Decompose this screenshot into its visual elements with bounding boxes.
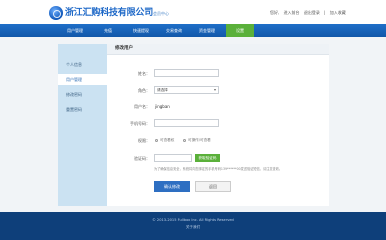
nav-item-quick-withdraw[interactable]: 快速提现 [127, 24, 155, 37]
sidebar-item-profile[interactable]: 个人信息 [58, 59, 107, 70]
permission-label: 权限： [138, 138, 150, 143]
nav-item-transactions[interactable]: 交易查询 [160, 24, 188, 37]
get-code-button[interactable]: 获取验证码 [195, 154, 220, 162]
code-input[interactable] [154, 154, 192, 162]
top-links: 您好, 进入前台 退出登录 | 加入收藏 [270, 10, 349, 16]
company-logo-icon[interactable] [49, 6, 63, 20]
sidebar-item-change-password[interactable]: 修改密码 [58, 89, 107, 100]
chevron-down-icon [214, 89, 216, 91]
company-subtitle: 会员中心 [153, 11, 169, 16]
sidebar-item-user-manage[interactable]: 用户管理 [58, 74, 107, 85]
phone-label: 手机号码： [130, 121, 150, 126]
confirm-button[interactable]: 确认修改 [154, 181, 190, 192]
back-button[interactable]: 返回 [195, 181, 231, 192]
code-label: 验证码： [134, 156, 150, 161]
role-select-value: 请选择 [157, 88, 168, 92]
copyright: © 2013-2015 Fullbox Inc. All Rights Rese… [152, 218, 234, 222]
main-nav: 用户管理 充值 快速提现 交易查询 资金管理 设置 [0, 24, 386, 37]
company-name: 浙江汇购科技有限公司 [65, 8, 154, 18]
panel-title: 修改用户 [107, 44, 329, 55]
nav-item-recharge[interactable]: 充值 [94, 24, 122, 37]
top-links-divider: | [324, 10, 326, 15]
sidebar-item-reset-password[interactable]: 重置密码 [58, 104, 107, 115]
permission-option-operate: 可操作/可查看 [188, 138, 211, 142]
name-label: 姓名： [138, 71, 150, 76]
permission-radio-view[interactable] [155, 139, 158, 142]
nav-item-user-manage[interactable]: 用户管理 [61, 24, 89, 37]
nav-item-funds[interactable]: 资金管理 [193, 24, 221, 37]
about-link[interactable]: 关于我们 [0, 225, 386, 230]
sidebar: 个人信息 用户管理 修改密码 重置密码 [58, 44, 107, 206]
nav-item-settings[interactable]: 设置 [226, 24, 254, 37]
role-select[interactable]: 请选择 [154, 86, 219, 94]
logout-link[interactable]: 退出登录 [304, 10, 320, 15]
permission-radio-operate[interactable] [183, 139, 186, 142]
permission-option-view: 可查看权 [160, 138, 175, 142]
header: 浙江汇购科技有限公司 会员中心 您好, 进入前台 退出登录 | 加入收藏 [0, 0, 386, 24]
sms-hint: 为了确保信息安全，系统将向您绑定的手机号码139******00发送验证短信，请… [154, 167, 283, 171]
username-value: jingban [155, 104, 170, 109]
name-input[interactable] [154, 69, 219, 77]
add-favorite-link[interactable]: 加入收藏 [330, 10, 346, 15]
goto-frontend-link[interactable]: 进入前台 [284, 10, 300, 15]
phone-input[interactable] [154, 119, 219, 127]
username-label: 用户名： [134, 104, 150, 109]
role-label: 角色： [138, 88, 150, 93]
greeting: 您好, [270, 10, 280, 15]
